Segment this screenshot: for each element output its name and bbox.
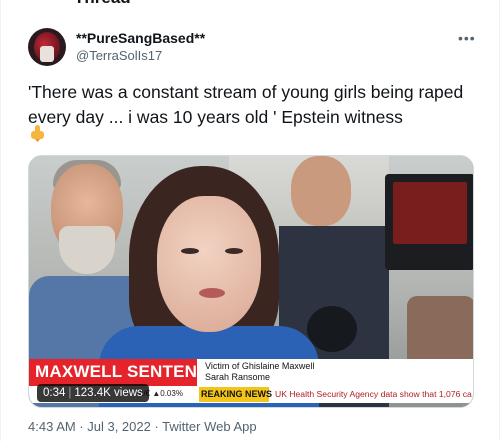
- video-views: 123.4K views: [74, 387, 143, 399]
- pointing-down-hand-icon: [31, 125, 44, 142]
- video-speaker-eye: [181, 248, 199, 254]
- video-speaker-face: [157, 196, 261, 332]
- video-camera-screen: [393, 182, 467, 244]
- video-speaker-lips: [199, 288, 225, 298]
- video-player[interactable]: MAXWELL SENTENCING Victim of Ghislaine M…: [28, 155, 474, 408]
- tweet-text: 'There was a constant stream of young gi…: [28, 82, 464, 127]
- news-ticker-text: UK Health Security Agency data show that…: [275, 389, 472, 399]
- tweet-timestamp[interactable]: 4:43 AM · Jul 3, 2022 · Twitter Web App: [28, 419, 257, 434]
- video-stats-badge: 0:34 | 123.4K views: [37, 384, 149, 402]
- breaking-news-label: REAKING NEWS: [201, 389, 273, 399]
- author-handle[interactable]: @TerraSolIs17: [76, 48, 162, 63]
- more-options-icon[interactable]: •••: [458, 31, 478, 48]
- author-display-name[interactable]: **PureSangBased**: [76, 30, 205, 46]
- news-caption-line2: Sarah Ransome: [205, 372, 271, 382]
- news-caption-line1: Victim of Ghislaine Maxwell: [205, 361, 315, 371]
- video-person-right-head: [291, 156, 351, 226]
- video-speaker-eye: [225, 248, 243, 254]
- video-duration: 0:34: [43, 387, 66, 399]
- page-title: Thread: [74, 0, 131, 8]
- video-microphone: [307, 306, 357, 352]
- avatar-detail: [40, 46, 54, 62]
- author-avatar[interactable]: [28, 28, 66, 66]
- badge-separator: |: [68, 387, 72, 399]
